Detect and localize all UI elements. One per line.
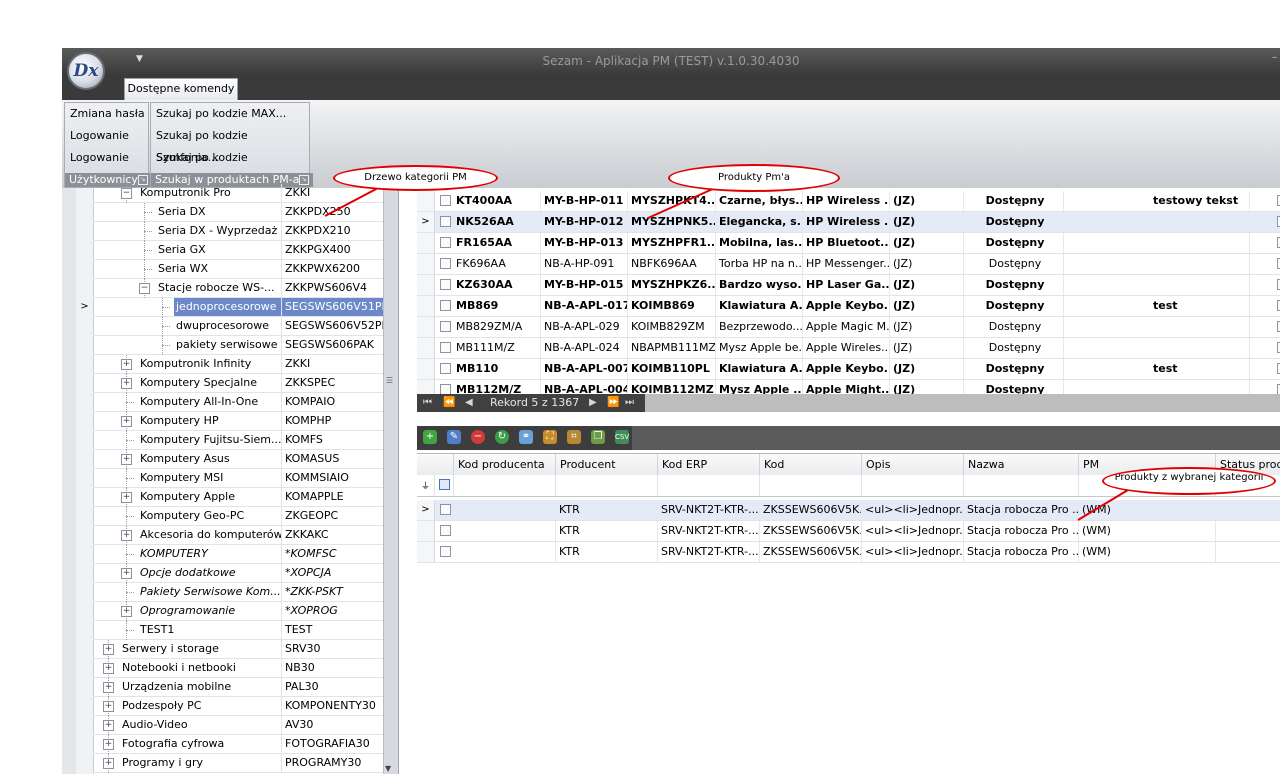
callout-pointers [324, 187, 1129, 521]
callout-tree-pointer [324, 187, 379, 217]
callout-tree: Drzewo kategorii PM [333, 165, 498, 191]
callout-products-pointer [647, 187, 716, 219]
callout-products: Produkty Pm'a [668, 164, 840, 192]
callout-category-pointer [1077, 489, 1129, 521]
callout-category: Produkty z wybranej kategorii [1102, 467, 1276, 495]
